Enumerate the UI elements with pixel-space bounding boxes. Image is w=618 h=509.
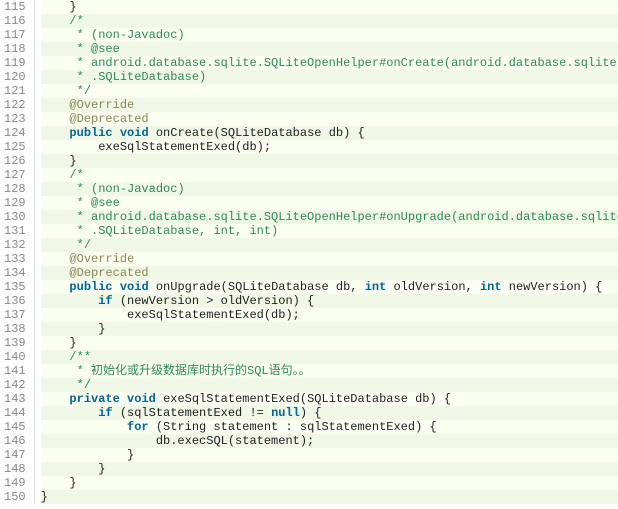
line-number: 127	[4, 168, 26, 182]
code-line: * (non-Javadoc)	[41, 28, 618, 42]
code-line: @Override	[41, 98, 618, 112]
code-line: /*	[41, 14, 618, 28]
line-number: 120	[4, 70, 26, 84]
line-number: 125	[4, 140, 26, 154]
line-number: 117	[4, 28, 26, 42]
code-line: for (String statement : sqlStatementExed…	[41, 420, 618, 434]
line-number: 135	[4, 280, 26, 294]
line-number: 128	[4, 182, 26, 196]
code-line: }	[41, 0, 618, 14]
line-number: 143	[4, 392, 26, 406]
code-line: @Deprecated	[41, 266, 618, 280]
line-number: 124	[4, 126, 26, 140]
code-line: /**	[41, 350, 618, 364]
code-line: public void onUpgrade(SQLiteDatabase db,…	[41, 280, 618, 294]
line-number: 115	[4, 0, 26, 14]
line-number: 147	[4, 448, 26, 462]
line-number: 138	[4, 322, 26, 336]
line-number: 142	[4, 378, 26, 392]
line-number: 122	[4, 98, 26, 112]
code-line: }	[41, 462, 618, 476]
code-line: * @see	[41, 42, 618, 56]
code-line: * android.database.sqlite.SQLiteOpenHelp…	[41, 210, 618, 224]
line-number: 130	[4, 210, 26, 224]
line-number: 116	[4, 14, 26, 28]
line-number: 149	[4, 476, 26, 490]
code-line: * 初始化或升级数据库时执行的SQL语句。。	[41, 364, 618, 378]
code-line: private void exeSqlStatementExed(SQLiteD…	[41, 392, 618, 406]
code-line: /*	[41, 168, 618, 182]
code-line: * android.database.sqlite.SQLiteOpenHelp…	[41, 56, 618, 70]
line-number: 119	[4, 56, 26, 70]
code-line: }	[41, 448, 618, 462]
code-line: }	[41, 336, 618, 350]
line-number: 132	[4, 238, 26, 252]
code-line: * (non-Javadoc)	[41, 182, 618, 196]
code-line: public void onCreate(SQLiteDatabase db) …	[41, 126, 618, 140]
line-number: 123	[4, 112, 26, 126]
code-line: @Override	[41, 252, 618, 266]
line-number: 146	[4, 434, 26, 448]
code-line: */	[41, 378, 618, 392]
code-line: * @see	[41, 196, 618, 210]
line-number: 118	[4, 42, 26, 56]
line-number: 140	[4, 350, 26, 364]
code-line: * .SQLiteDatabase, int, int)	[41, 224, 618, 238]
code-line: }	[41, 476, 618, 490]
line-number: 137	[4, 308, 26, 322]
line-number: 133	[4, 252, 26, 266]
line-number-gutter: 1151161171181191201211221231241251261271…	[0, 0, 35, 504]
code-line: }	[41, 490, 618, 504]
line-number: 136	[4, 294, 26, 308]
line-number: 144	[4, 406, 26, 420]
code-line: exeSqlStatementExed(db);	[41, 308, 618, 322]
code-line: exeSqlStatementExed(db);	[41, 140, 618, 154]
code-editor: 1151161171181191201211221231241251261271…	[0, 0, 618, 504]
code-line: * .SQLiteDatabase)	[41, 70, 618, 84]
code-content: } /* * (non-Javadoc) * @see * android.da…	[35, 0, 618, 504]
line-number: 126	[4, 154, 26, 168]
code-line: }	[41, 154, 618, 168]
line-number: 129	[4, 196, 26, 210]
code-line: @Deprecated	[41, 112, 618, 126]
code-line: */	[41, 84, 618, 98]
line-number: 150	[4, 490, 26, 504]
line-number: 145	[4, 420, 26, 434]
line-number: 141	[4, 364, 26, 378]
code-line: if (sqlStatementExed != null) {	[41, 406, 618, 420]
line-number: 139	[4, 336, 26, 350]
line-number: 134	[4, 266, 26, 280]
code-line: }	[41, 322, 618, 336]
line-number: 121	[4, 84, 26, 98]
code-line: if (newVersion > oldVersion) {	[41, 294, 618, 308]
line-number: 131	[4, 224, 26, 238]
code-line: */	[41, 238, 618, 252]
line-number: 148	[4, 462, 26, 476]
code-line: db.execSQL(statement);	[41, 434, 618, 448]
